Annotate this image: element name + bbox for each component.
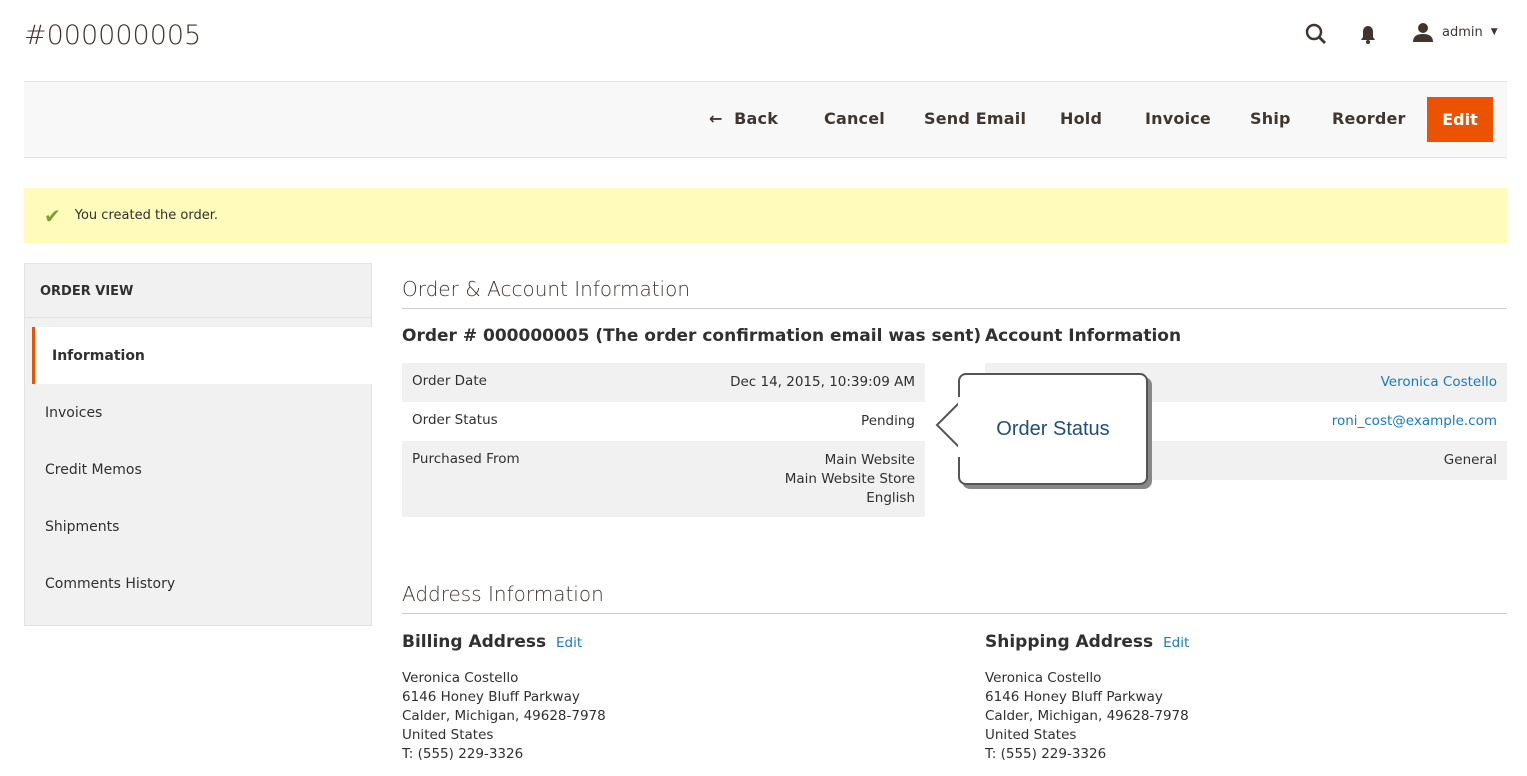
checkmark-icon: ✔ [44,203,61,228]
back-button[interactable]: ← Back [709,109,778,128]
send-email-button[interactable]: Send Email [924,109,1026,128]
callout-joint [958,397,964,457]
edit-button[interactable]: Edit [1427,97,1493,142]
success-message: ✔ You created the order. [24,188,1507,243]
order-view-sidebar: ORDER VIEW Information Invoices Credit M… [24,263,372,626]
table-row: Purchased From Main Website Main Website S… [402,441,925,517]
order-heading: Order # 000000005 (The order confirmatio… [402,326,982,346]
reorder-button[interactable]: Reorder [1332,109,1406,128]
sidebar-item-shipments[interactable]: Shipments [25,498,371,555]
sidebar-title: ORDER VIEW [25,264,371,318]
sidebar-item-information[interactable]: Information [32,327,372,384]
address-line: 6146 Honey Bluff Parkway [985,689,1163,705]
shipping-edit-link[interactable]: Edit [1163,635,1189,651]
sidebar-item-credit-memos[interactable]: Credit Memos [25,441,371,498]
shipping-address-heading: Shipping Address Edit [985,632,1189,652]
user-menu[interactable]: admin ▼ [1412,22,1498,42]
store-view: English [866,490,915,506]
page-actions-toolbar: ← Back Cancel Send Email Hold Invoice Sh… [24,81,1507,158]
order-status-value: Pending [861,413,915,429]
arrow-left-icon: ← [709,109,723,128]
order-date-value: Dec 14, 2015, 10:39:09 AM [602,363,925,402]
invoice-button[interactable]: Invoice [1145,109,1211,128]
account-heading: Account Information [985,326,1182,346]
user-name: admin [1442,24,1483,40]
section-title-order-account: Order & Account Information [402,277,1507,309]
address-line: Veronica Costello [985,670,1102,686]
order-status-callout: Order Status [958,373,1148,485]
billing-address-heading: Billing Address Edit [402,632,582,652]
user-icon [1413,23,1433,42]
address-line: T: (555) 229-3326 [402,746,524,762]
purchased-from-label: Purchased From [402,441,603,517]
table-row: Order Status Pending [402,402,925,441]
billing-address: Veronica Costello 6146 Honey Bluff Parkwa… [402,669,606,764]
store: Main Website Store [784,471,915,487]
customer-email-link[interactable]: roni_cost@example.com [1332,413,1497,429]
message-text: You created the order. [74,208,219,223]
ship-button[interactable]: Ship [1250,109,1291,128]
shipping-heading-text: Shipping Address [985,632,1154,652]
address-line: Calder, Michigan, 49628-7978 [985,708,1189,724]
billing-heading-text: Billing Address [402,632,547,652]
table-row: Order Date Dec 14, 2015, 10:39:09 AM [402,363,925,402]
address-line: T: (555) 229-3326 [985,746,1107,762]
address-line: United States [402,727,494,743]
page-title: #000000005 [24,20,202,51]
address-line: Veronica Costello [402,670,519,686]
hold-button[interactable]: Hold [1060,109,1102,128]
sidebar-item-invoices[interactable]: Invoices [25,384,371,441]
chevron-down-icon: ▼ [1490,27,1498,37]
website: Main Website [824,452,915,468]
order-status-label: Order Status [412,412,498,428]
address-line: United States [985,727,1077,743]
order-info-table: Order Date Dec 14, 2015, 10:39:09 AM Orde… [402,363,925,517]
shipping-address: Veronica Costello 6146 Honey Bluff Parkwa… [985,669,1189,764]
address-line: 6146 Honey Bluff Parkway [402,689,580,705]
purchased-from-value: Main Website Main Website Store English [602,441,925,517]
address-line: Calder, Michigan, 49628-7978 [402,708,606,724]
back-label: Back [734,109,779,128]
sidebar-item-comments-history[interactable]: Comments History [25,555,371,612]
customer-name-link[interactable]: Veronica Costello [1381,374,1497,390]
section-title-address: Address Information [402,582,1507,614]
bell-icon[interactable] [1358,24,1378,46]
cancel-button[interactable]: Cancel [824,109,885,128]
search-icon[interactable] [1304,22,1328,46]
billing-edit-link[interactable]: Edit [556,635,582,651]
order-date-label: Order Date [402,363,603,402]
